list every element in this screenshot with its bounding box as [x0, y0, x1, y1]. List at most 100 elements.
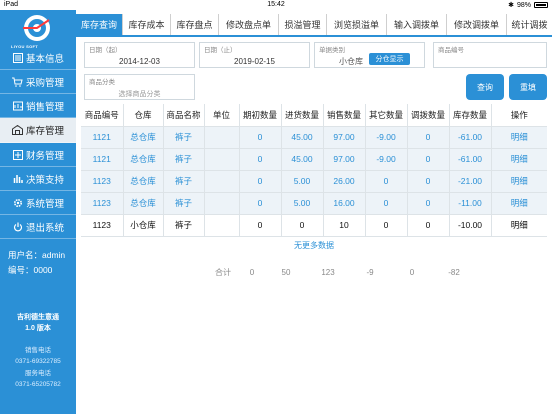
cell: 10 — [323, 214, 366, 237]
inventory-table: 商品编号 仓库 商品名称 单位 期初数量 进货数量 销售数量 其它数量 调拨数量… — [81, 104, 547, 237]
date-from-label: 日期（起） — [89, 47, 122, 54]
table-row[interactable]: 1123 总仓库 裤子 0 5.00 26.00 0 0 -21.00 明细 — [81, 170, 547, 193]
cell: 0 — [239, 214, 282, 237]
cell: 总仓库 — [123, 148, 164, 171]
col-header: 销售数量 — [323, 104, 366, 127]
cell: 0 — [407, 126, 450, 149]
reset-button[interactable]: 重填 — [509, 74, 547, 100]
cell — [204, 192, 240, 215]
cell: 裤子 — [163, 126, 205, 149]
finance-icon — [12, 149, 23, 160]
detail-link[interactable]: 明细 — [491, 192, 547, 215]
sidebar: LIYOU SOFT 基本信息 采购管理 销售管理 库存管理 财务管理 决策支持… — [0, 10, 76, 414]
cell: 0 — [239, 170, 282, 193]
table-row[interactable]: 1121 总仓库 裤子 0 45.00 97.00 -9.00 0 -61.00… — [81, 126, 547, 149]
total-value: 0 — [249, 268, 255, 277]
cell: 总仓库 — [123, 126, 164, 149]
tab-bar: 库存查询 库存成本 库存盘点 修改盘点单 损溢管理 浏览损溢单 输入调拨单 修改… — [76, 14, 552, 35]
cell: 0 — [407, 148, 450, 171]
warehouse-split-button[interactable]: 分仓显示 — [369, 53, 410, 65]
cell: 0 — [365, 214, 408, 237]
query-button[interactable]: 查询 — [466, 74, 504, 100]
col-header: 商品名称 — [163, 104, 205, 127]
cell — [204, 170, 240, 193]
table-row[interactable]: 1121 总仓库 裤子 0 45.00 97.00 -9.00 0 -61.00… — [81, 148, 547, 171]
table-row[interactable]: 1123 小仓库 裤子 0 0 10 0 0 -10.00 明细 — [81, 214, 547, 237]
detail-link[interactable]: 明细 — [491, 170, 547, 193]
category-field[interactable]: 商品分类 选择商品分类 — [84, 74, 195, 100]
date-to-field[interactable]: 日期（止） 2019-02-15 — [199, 42, 310, 68]
sidebar-item-label: 基本信息 — [26, 53, 65, 65]
status-right: ✱ 98% — [508, 1, 548, 9]
cell: 总仓库 — [123, 192, 164, 215]
service-phone: 0371-65205782 — [15, 381, 61, 388]
tab-inventory-query[interactable]: 库存查询 — [76, 14, 123, 35]
category-placeholder: 选择商品分类 — [118, 91, 161, 98]
total-value: 50 — [281, 268, 291, 277]
warehouse-icon — [12, 125, 23, 136]
sidebar-item-logout[interactable]: 退出系统 — [0, 215, 76, 239]
cell: 16.00 — [323, 192, 366, 215]
tab-edit-transfer[interactable]: 修改调拨单 — [447, 14, 507, 35]
tab-input-transfer[interactable]: 输入调拨单 — [387, 14, 447, 35]
sidebar-item-purchase[interactable]: 采购管理 — [0, 70, 76, 94]
cell: 0 — [407, 170, 450, 193]
sidebar-item-inventory[interactable]: 库存管理 — [0, 118, 76, 143]
sidebar-item-sales[interactable]: 销售管理 — [0, 94, 76, 118]
col-header: 期初数量 — [239, 104, 282, 127]
sidebar-item-basic-info[interactable]: 基本信息 — [0, 46, 76, 70]
col-header: 调拨数量 — [407, 104, 450, 127]
tab-stocktaking[interactable]: 库存盘点 — [171, 14, 219, 35]
tab-browse-loss-gain[interactable]: 浏览损溢单 — [327, 14, 387, 35]
date-from-field[interactable]: 日期（起） 2014-12-03 — [84, 42, 195, 68]
cell — [204, 126, 240, 149]
sidebar-item-decision[interactable]: 决策支持 — [0, 167, 76, 191]
table-row[interactable]: 1123 总仓库 裤子 0 5.00 16.00 0 0 -11.00 明细 — [81, 192, 547, 215]
detail-link[interactable]: 明细 — [491, 148, 547, 171]
category-label: 商品分类 — [89, 79, 115, 86]
chart-icon — [12, 173, 23, 184]
list-icon — [12, 52, 23, 63]
bluetooth-icon: ✱ — [508, 2, 514, 9]
tab-inventory-cost[interactable]: 库存成本 — [123, 14, 171, 35]
cell: 总仓库 — [123, 170, 164, 193]
doc-type-label: 单据类别 — [319, 47, 345, 54]
tab-underline — [76, 35, 552, 37]
status-bar: iPad 15:42 ✱ 98% — [0, 0, 552, 10]
col-header: 商品编号 — [81, 104, 124, 127]
cell: -21.00 — [449, 170, 492, 193]
total-value: -9 — [366, 268, 374, 277]
username-label: 用户名：admin — [8, 250, 66, 260]
app-version: 1.0 版本 — [25, 325, 51, 332]
sales-phone: 0371-69322785 — [15, 358, 61, 365]
cell: 26.00 — [323, 170, 366, 193]
product-code-field[interactable]: 商品编号 — [433, 42, 547, 68]
sidebar-item-system[interactable]: 系统管理 — [0, 191, 76, 215]
tab-transfer-stats[interactable]: 统计调拨 — [507, 14, 552, 35]
cell: 1123 — [81, 170, 124, 193]
sidebar-item-label: 销售管理 — [26, 101, 65, 113]
power-icon — [12, 221, 23, 232]
cell: 0 — [365, 170, 408, 193]
tab-edit-stocktaking[interactable]: 修改盘点单 — [219, 14, 279, 35]
cell: 裤子 — [163, 214, 205, 237]
total-value: 0 — [409, 268, 415, 277]
cell: 0 — [365, 192, 408, 215]
detail-link[interactable]: 明细 — [491, 126, 547, 149]
cell: 97.00 — [323, 148, 366, 171]
cell: -61.00 — [449, 126, 492, 149]
cell: 1121 — [81, 148, 124, 171]
cell: 5.00 — [281, 192, 324, 215]
clock: 15:42 — [267, 1, 285, 8]
sidebar-item-finance[interactable]: 财务管理 — [0, 143, 76, 167]
totals-label: 合计 — [215, 268, 231, 277]
total-value: 123 — [321, 268, 335, 277]
date-to-label: 日期（止） — [204, 47, 237, 54]
cell: 小仓库 — [123, 214, 164, 237]
detail-link[interactable]: 明细 — [491, 214, 547, 237]
tab-loss-gain[interactable]: 损溢管理 — [279, 14, 327, 35]
cell: -11.00 — [449, 192, 492, 215]
date-from-value: 2014-12-03 — [119, 57, 160, 66]
sidebar-item-label: 财务管理 — [26, 150, 65, 162]
cart-icon — [12, 76, 23, 87]
